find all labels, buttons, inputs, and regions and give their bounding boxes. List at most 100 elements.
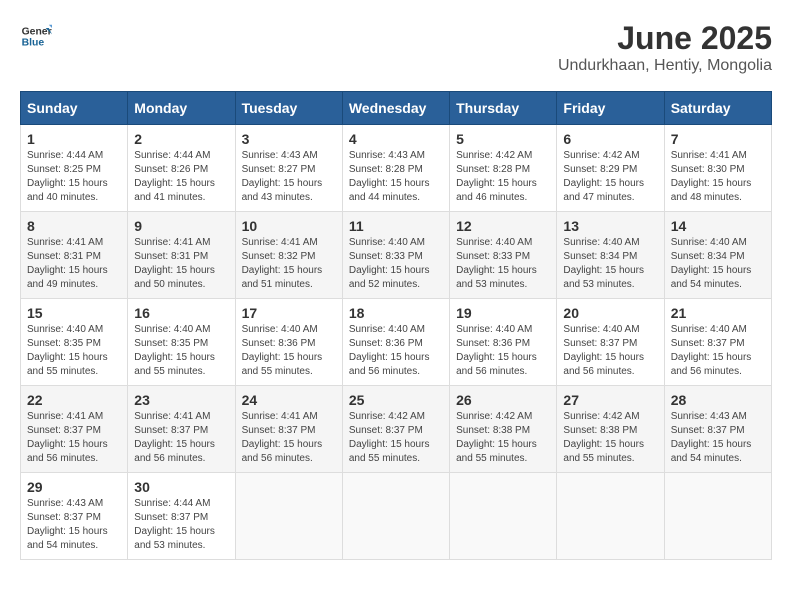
calendar-subtitle: Undurkhaan, Hentiy, Mongolia — [558, 57, 772, 75]
day-info: Sunrise: 4:41 AM Sunset: 8:37 PM Dayligh… — [242, 410, 336, 466]
day-number: 15 — [27, 305, 121, 321]
calendar-cell — [342, 473, 449, 560]
day-number: 8 — [27, 218, 121, 234]
calendar-cell: 26 Sunrise: 4:42 AM Sunset: 8:38 PM Dayl… — [450, 386, 557, 473]
day-info: Sunrise: 4:42 AM Sunset: 8:29 PM Dayligh… — [563, 149, 657, 205]
col-friday: Friday — [557, 92, 664, 125]
day-info: Sunrise: 4:43 AM Sunset: 8:27 PM Dayligh… — [242, 149, 336, 205]
calendar-cell: 18 Sunrise: 4:40 AM Sunset: 8:36 PM Dayl… — [342, 299, 449, 386]
calendar-cell — [450, 473, 557, 560]
calendar-cell: 10 Sunrise: 4:41 AM Sunset: 8:32 PM Dayl… — [235, 212, 342, 299]
col-saturday: Saturday — [664, 92, 771, 125]
calendar-cell: 29 Sunrise: 4:43 AM Sunset: 8:37 PM Dayl… — [21, 473, 128, 560]
calendar-cell: 1 Sunrise: 4:44 AM Sunset: 8:25 PM Dayli… — [21, 125, 128, 212]
day-number: 12 — [456, 218, 550, 234]
calendar-cell: 8 Sunrise: 4:41 AM Sunset: 8:31 PM Dayli… — [21, 212, 128, 299]
day-number: 25 — [349, 392, 443, 408]
calendar-table: Sunday Monday Tuesday Wednesday Thursday… — [20, 91, 772, 560]
day-number: 28 — [671, 392, 765, 408]
calendar-cell: 21 Sunrise: 4:40 AM Sunset: 8:37 PM Dayl… — [664, 299, 771, 386]
header-row: Sunday Monday Tuesday Wednesday Thursday… — [21, 92, 772, 125]
day-number: 5 — [456, 131, 550, 147]
day-info: Sunrise: 4:44 AM Sunset: 8:37 PM Dayligh… — [134, 497, 228, 553]
day-info: Sunrise: 4:41 AM Sunset: 8:37 PM Dayligh… — [27, 410, 121, 466]
day-number: 26 — [456, 392, 550, 408]
day-info: Sunrise: 4:42 AM Sunset: 8:38 PM Dayligh… — [456, 410, 550, 466]
day-info: Sunrise: 4:44 AM Sunset: 8:25 PM Dayligh… — [27, 149, 121, 205]
day-info: Sunrise: 4:41 AM Sunset: 8:31 PM Dayligh… — [134, 236, 228, 292]
calendar-cell: 30 Sunrise: 4:44 AM Sunset: 8:37 PM Dayl… — [128, 473, 235, 560]
calendar-cell: 27 Sunrise: 4:42 AM Sunset: 8:38 PM Dayl… — [557, 386, 664, 473]
day-number: 24 — [242, 392, 336, 408]
day-number: 20 — [563, 305, 657, 321]
day-number: 3 — [242, 131, 336, 147]
day-number: 30 — [134, 479, 228, 495]
day-number: 10 — [242, 218, 336, 234]
day-number: 7 — [671, 131, 765, 147]
calendar-cell: 28 Sunrise: 4:43 AM Sunset: 8:37 PM Dayl… — [664, 386, 771, 473]
calendar-cell: 20 Sunrise: 4:40 AM Sunset: 8:37 PM Dayl… — [557, 299, 664, 386]
col-monday: Monday — [128, 92, 235, 125]
calendar-body: 1 Sunrise: 4:44 AM Sunset: 8:25 PM Dayli… — [21, 125, 772, 560]
calendar-cell: 16 Sunrise: 4:40 AM Sunset: 8:35 PM Dayl… — [128, 299, 235, 386]
col-thursday: Thursday — [450, 92, 557, 125]
day-number: 21 — [671, 305, 765, 321]
day-info: Sunrise: 4:43 AM Sunset: 8:37 PM Dayligh… — [671, 410, 765, 466]
calendar-cell: 6 Sunrise: 4:42 AM Sunset: 8:29 PM Dayli… — [557, 125, 664, 212]
day-number: 9 — [134, 218, 228, 234]
day-info: Sunrise: 4:42 AM Sunset: 8:38 PM Dayligh… — [563, 410, 657, 466]
day-number: 13 — [563, 218, 657, 234]
day-info: Sunrise: 4:41 AM Sunset: 8:31 PM Dayligh… — [27, 236, 121, 292]
col-sunday: Sunday — [21, 92, 128, 125]
day-number: 6 — [563, 131, 657, 147]
day-info: Sunrise: 4:40 AM Sunset: 8:34 PM Dayligh… — [671, 236, 765, 292]
logo-icon: General Blue — [20, 20, 52, 52]
day-info: Sunrise: 4:40 AM Sunset: 8:36 PM Dayligh… — [349, 323, 443, 379]
calendar-cell: 4 Sunrise: 4:43 AM Sunset: 8:28 PM Dayli… — [342, 125, 449, 212]
day-info: Sunrise: 4:40 AM Sunset: 8:36 PM Dayligh… — [456, 323, 550, 379]
calendar-title: June 2025 — [558, 20, 772, 57]
day-info: Sunrise: 4:41 AM Sunset: 8:30 PM Dayligh… — [671, 149, 765, 205]
day-info: Sunrise: 4:43 AM Sunset: 8:37 PM Dayligh… — [27, 497, 121, 553]
day-info: Sunrise: 4:40 AM Sunset: 8:33 PM Dayligh… — [349, 236, 443, 292]
calendar-cell: 15 Sunrise: 4:40 AM Sunset: 8:35 PM Dayl… — [21, 299, 128, 386]
calendar-cell: 5 Sunrise: 4:42 AM Sunset: 8:28 PM Dayli… — [450, 125, 557, 212]
calendar-cell: 23 Sunrise: 4:41 AM Sunset: 8:37 PM Dayl… — [128, 386, 235, 473]
day-info: Sunrise: 4:44 AM Sunset: 8:26 PM Dayligh… — [134, 149, 228, 205]
day-info: Sunrise: 4:40 AM Sunset: 8:37 PM Dayligh… — [671, 323, 765, 379]
calendar-cell: 19 Sunrise: 4:40 AM Sunset: 8:36 PM Dayl… — [450, 299, 557, 386]
calendar-cell: 22 Sunrise: 4:41 AM Sunset: 8:37 PM Dayl… — [21, 386, 128, 473]
calendar-cell: 3 Sunrise: 4:43 AM Sunset: 8:27 PM Dayli… — [235, 125, 342, 212]
calendar-week-row: 15 Sunrise: 4:40 AM Sunset: 8:35 PM Dayl… — [21, 299, 772, 386]
day-number: 22 — [27, 392, 121, 408]
day-info: Sunrise: 4:43 AM Sunset: 8:28 PM Dayligh… — [349, 149, 443, 205]
calendar-cell: 2 Sunrise: 4:44 AM Sunset: 8:26 PM Dayli… — [128, 125, 235, 212]
col-wednesday: Wednesday — [342, 92, 449, 125]
day-number: 29 — [27, 479, 121, 495]
title-section: June 2025 Undurkhaan, Hentiy, Mongolia — [558, 20, 772, 75]
header: General Blue June 2025 Undurkhaan, Henti… — [20, 20, 772, 75]
calendar-cell: 25 Sunrise: 4:42 AM Sunset: 8:37 PM Dayl… — [342, 386, 449, 473]
day-info: Sunrise: 4:40 AM Sunset: 8:35 PM Dayligh… — [134, 323, 228, 379]
day-number: 11 — [349, 218, 443, 234]
day-number: 27 — [563, 392, 657, 408]
day-number: 4 — [349, 131, 443, 147]
calendar-cell — [557, 473, 664, 560]
calendar-cell: 7 Sunrise: 4:41 AM Sunset: 8:30 PM Dayli… — [664, 125, 771, 212]
logo: General Blue — [20, 20, 52, 52]
day-info: Sunrise: 4:40 AM Sunset: 8:37 PM Dayligh… — [563, 323, 657, 379]
day-number: 19 — [456, 305, 550, 321]
calendar-cell — [235, 473, 342, 560]
calendar-cell: 13 Sunrise: 4:40 AM Sunset: 8:34 PM Dayl… — [557, 212, 664, 299]
calendar-week-row: 1 Sunrise: 4:44 AM Sunset: 8:25 PM Dayli… — [21, 125, 772, 212]
calendar-week-row: 29 Sunrise: 4:43 AM Sunset: 8:37 PM Dayl… — [21, 473, 772, 560]
day-number: 23 — [134, 392, 228, 408]
calendar-cell — [664, 473, 771, 560]
day-info: Sunrise: 4:42 AM Sunset: 8:28 PM Dayligh… — [456, 149, 550, 205]
calendar-week-row: 8 Sunrise: 4:41 AM Sunset: 8:31 PM Dayli… — [21, 212, 772, 299]
day-number: 18 — [349, 305, 443, 321]
day-number: 17 — [242, 305, 336, 321]
day-info: Sunrise: 4:42 AM Sunset: 8:37 PM Dayligh… — [349, 410, 443, 466]
day-info: Sunrise: 4:40 AM Sunset: 8:33 PM Dayligh… — [456, 236, 550, 292]
calendar-cell: 11 Sunrise: 4:40 AM Sunset: 8:33 PM Dayl… — [342, 212, 449, 299]
